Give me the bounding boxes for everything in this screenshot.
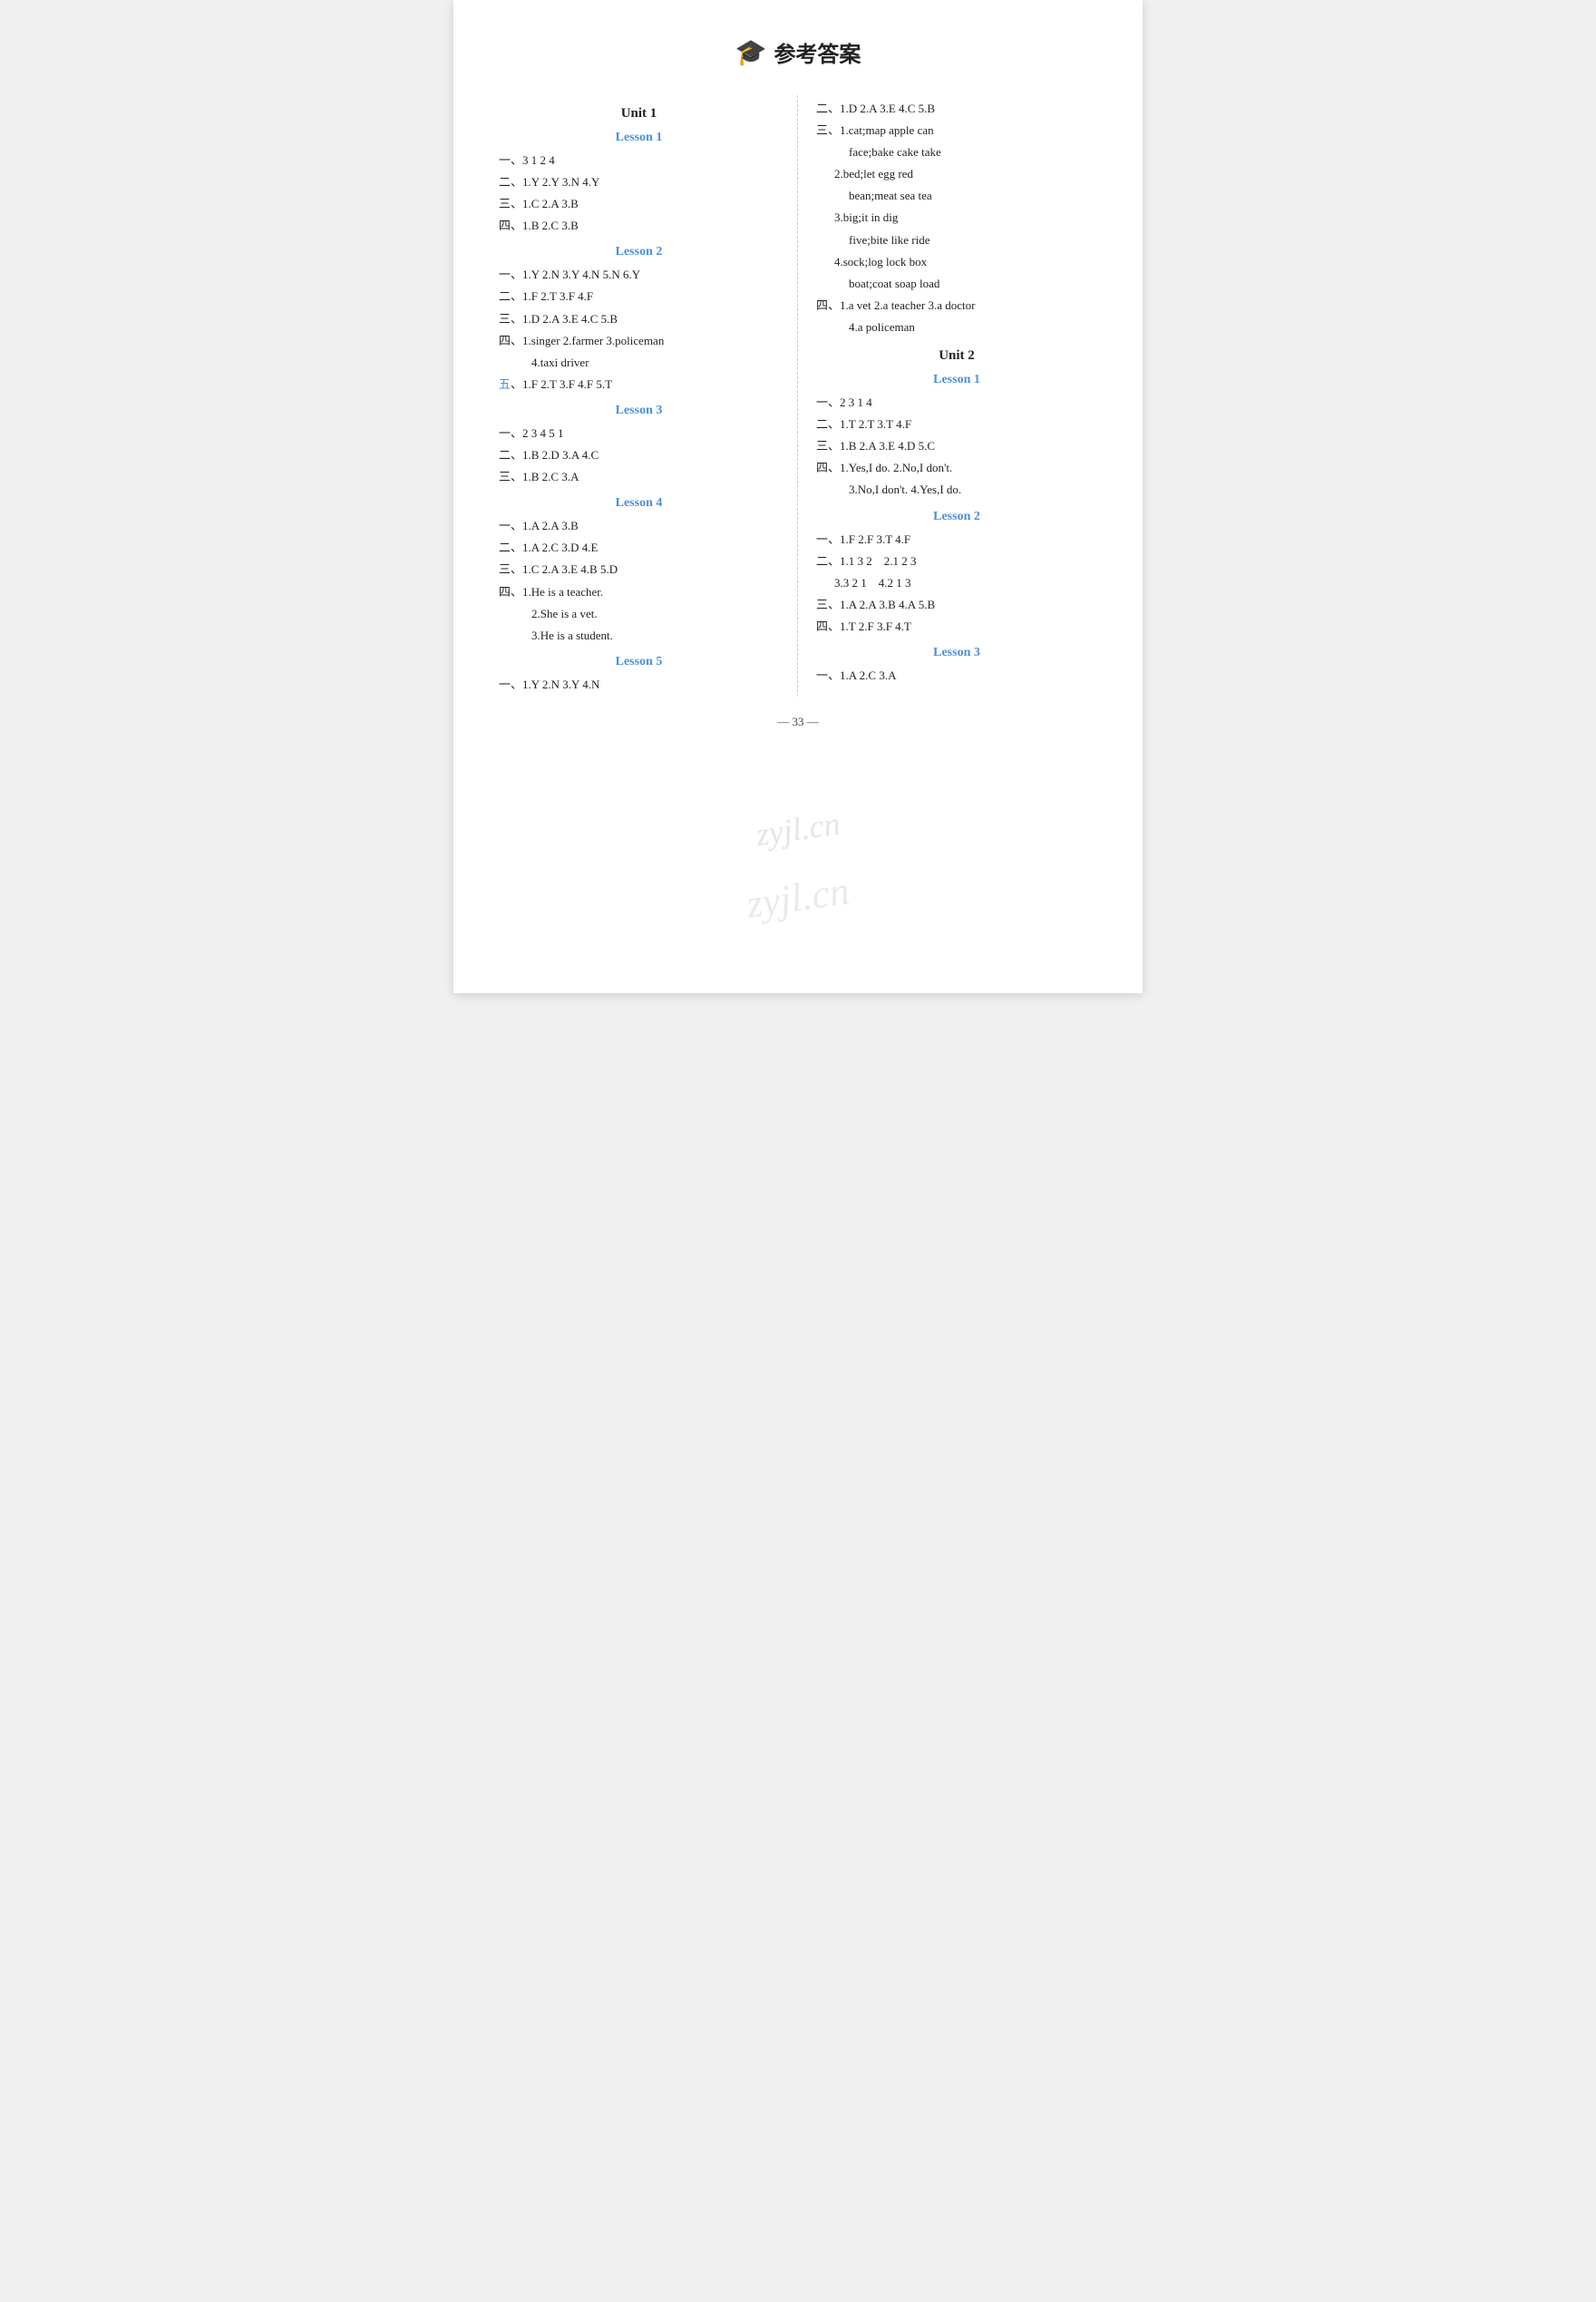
answer-line: 三、1.C 2.A 3.E 4.B 5.D [499,560,779,580]
unit2-title: Unit 2 [816,348,1097,364]
answer-line: 一、1.Y 2.N 3.Y 4.N 5.N 6.Y [499,265,779,285]
answer-line: face;bake cake take [816,142,1097,162]
answer-line: 一、3 1 2 4 [499,151,779,171]
lesson5-title: Lesson 5 [499,655,779,669]
unit1-title: Unit 1 [499,106,779,122]
page: 🎓 参考答案 Unit 1 Lesson 1 一、3 1 2 4 二、1.Y 2… [453,0,1143,993]
answer-line: 二、1.1 3 2 2.1 2 3 [816,551,1097,571]
header-icon: 🎓 [735,37,767,68]
answer-line: 四、1.T 2.F 3.F 4.T [816,617,1097,637]
answer-line: 一、1.Y 2.N 3.Y 4.N [499,675,779,695]
answer-line: 三、1.B 2.C 3.A [499,467,779,487]
answer-line: 3.big;it in dig [816,208,1097,228]
answer-line: 2.bed;let egg red [816,164,1097,184]
answer-line: 三、1.B 2.A 3.E 4.D 5.C [816,436,1097,456]
answer-line: 一、2 3 4 5 1 [499,424,779,444]
watermark1: zyjl.cn [754,805,842,854]
answer-line: bean;meat sea tea [816,186,1097,206]
answer-line: 四、1.a vet 2.a teacher 3.a doctor [816,296,1097,316]
answer-line: 二、1.D 2.A 3.E 4.C 5.B [816,99,1097,119]
answer-line: 二、1.B 2.D 3.A 4.C [499,445,779,465]
answer-line: 3.3 2 1 4.2 1 3 [816,573,1097,593]
answer-line: 一、2 3 1 4 [816,393,1097,413]
answer-line: 四、1.B 2.C 3.B [499,216,779,236]
answer-line: five;bite like ride [816,230,1097,250]
answer-line: 一、1.A 2.C 3.A [816,666,1097,686]
answer-line: 3.No,I don't. 4.Yes,I do. [816,480,1097,500]
page-number: — 33 — [499,715,1097,729]
left-column: Unit 1 Lesson 1 一、3 1 2 4 二、1.Y 2.Y 3.N … [499,95,798,697]
answer-line: 二、1.T 2.T 3.T 4.F [816,415,1097,434]
answer-line: 2.She is a vet. [499,604,779,624]
u2-lesson2-title: Lesson 2 [816,510,1097,524]
answer-line: 五、1.F 2.T 3.F 4.F 5.T [499,375,779,395]
answer-line: 四、1.Yes,I do. 2.No,I don't. [816,458,1097,478]
lesson1-title: Lesson 1 [499,131,779,145]
lesson2-title: Lesson 2 [499,245,779,259]
answer-line: 二、1.Y 2.Y 3.N 4.Y [499,172,779,192]
right-column: 二、1.D 2.A 3.E 4.C 5.B 三、1.cat;map apple … [798,95,1097,697]
content-area: Unit 1 Lesson 1 一、3 1 2 4 二、1.Y 2.Y 3.N … [499,95,1097,697]
answer-line: 4.a policeman [816,317,1097,337]
page-header: 🎓 参考答案 [499,36,1097,68]
answer-line: 四、1.singer 2.farmer 3.policeman [499,331,779,351]
answer-line: 三、1.cat;map apple can [816,121,1097,141]
u2-lesson3-title: Lesson 3 [816,646,1097,660]
answer-line: 4.sock;log lock box [816,252,1097,272]
answer-line: 4.taxi driver [499,353,779,373]
u2-lesson1-title: Lesson 1 [816,373,1097,387]
answer-line: 四、1.He is a teacher. [499,582,779,602]
watermark2: zyjl.cn [744,867,852,927]
answer-line: 一、1.A 2.A 3.B [499,516,779,536]
answer-line: 二、1.A 2.C 3.D 4.E [499,538,779,558]
header-title: 参考答案 [774,36,861,68]
answer-line: 三、1.C 2.A 3.B [499,194,779,214]
answer-line: 二、1.F 2.T 3.F 4.F [499,287,779,307]
lesson3-title: Lesson 3 [499,404,779,418]
answer-line: boat;coat soap load [816,274,1097,294]
answer-line: 三、1.A 2.A 3.B 4.A 5.B [816,595,1097,615]
answer-line: 三、1.D 2.A 3.E 4.C 5.B [499,309,779,329]
lesson4-title: Lesson 4 [499,496,779,511]
answer-line: 一、1.F 2.F 3.T 4.F [816,530,1097,550]
answer-line: 3.He is a student. [499,626,779,646]
